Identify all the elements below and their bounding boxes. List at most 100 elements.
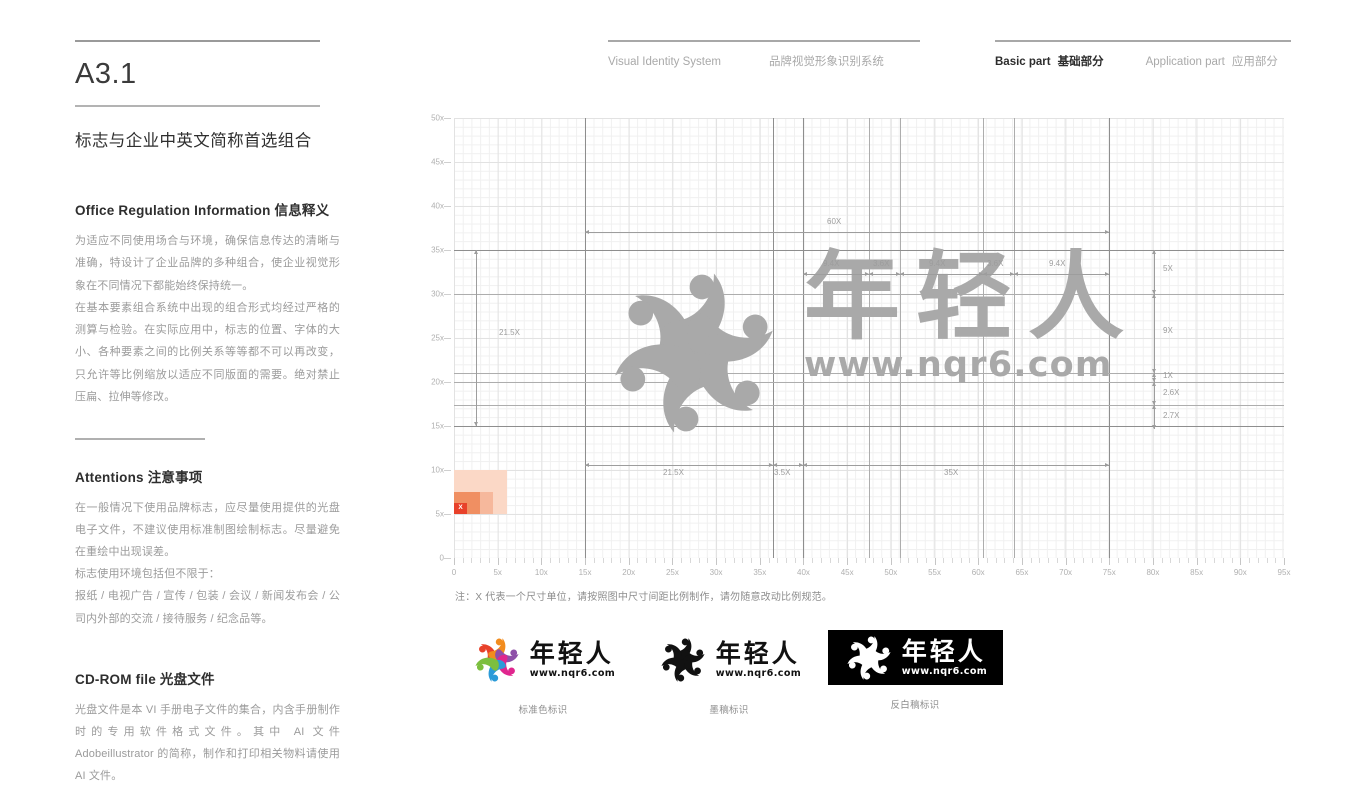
x-axis-tick bbox=[1284, 558, 1285, 565]
logo-variant-color: 年轻人 www.nqr6.com 标准色标识 bbox=[450, 630, 636, 716]
section-body: 为适应不同使用场合与环境，确保信息传达的清晰与准确，特设计了企业品牌的多种组合，… bbox=[75, 235, 340, 403]
x-axis-tick bbox=[1196, 558, 1198, 565]
dim-line-9-4x-a bbox=[803, 272, 869, 276]
x-axis-tick bbox=[523, 558, 525, 563]
y-axis-tick bbox=[444, 514, 451, 515]
x-axis-tick bbox=[646, 558, 648, 563]
x-axis-tick bbox=[1275, 558, 1277, 563]
dim-label-9-4x-a: 9.4X bbox=[823, 259, 840, 268]
logo-wordmark-watermark: 年轻人 www.nqr6.com bbox=[804, 249, 1140, 386]
x-axis-tick bbox=[1065, 558, 1067, 565]
header-item-basic-cn: 基础部分 bbox=[1057, 55, 1104, 68]
logo-variant-inverted: 年轻人 www.nqr6.com 反白稿标识 bbox=[822, 630, 1008, 716]
logo-variant-black: 年轻人 www.nqr6.com 墨稿标识 bbox=[636, 630, 822, 716]
x-axis-tick bbox=[777, 558, 779, 563]
x-axis-tick bbox=[1039, 558, 1041, 563]
dim-label-60x: 60X bbox=[827, 217, 842, 226]
y-axis-tick bbox=[444, 426, 451, 427]
dim-line-5x bbox=[1152, 250, 1156, 294]
y-axis-tick bbox=[444, 470, 451, 471]
section-cdrom: CD-ROM file 光盘文件 光盘文件是本 VI 手册电子文件的集合，内含手… bbox=[75, 668, 340, 788]
x-axis-tick bbox=[847, 558, 849, 565]
x-axis-tick-label: 25x bbox=[665, 568, 679, 577]
y-axis-tick-label: 50x bbox=[431, 113, 444, 123]
unit-swatch-label-box: X bbox=[454, 503, 467, 514]
dim-label-21-5x-bottom: 21.5X bbox=[663, 468, 684, 477]
x-axis-tick bbox=[1152, 558, 1154, 565]
x-axis-tick bbox=[1109, 558, 1111, 565]
chart-note: 注：X 代表一个尺寸单位，请按照图中尺寸间距比例制作，请勿随意改动比例规范。 bbox=[455, 592, 833, 603]
x-axis-tick bbox=[995, 558, 997, 563]
y-axis-tick-label: 10x bbox=[431, 465, 444, 475]
page-code: A3.1 bbox=[75, 58, 137, 90]
divider-top bbox=[75, 40, 320, 42]
y-axis: 0 5x 10x 15x 20x 25x 30x 35x 40x 45x 50x bbox=[418, 114, 451, 563]
x-axis-tick bbox=[532, 558, 534, 563]
left-panel: A3.1 标志与企业中英文简称首选组合 Office Regulation In… bbox=[75, 40, 340, 788]
x-axis-tick bbox=[480, 558, 482, 563]
header-item-vis-cn[interactable]: 品牌视觉形象识别系统 bbox=[769, 53, 884, 69]
logo-url-text: www.nqr6.com bbox=[715, 668, 802, 679]
header-item-basic-part[interactable]: Basic part 基础部分 bbox=[995, 53, 1104, 69]
x-axis-tick bbox=[1231, 558, 1233, 563]
x-axis-tick bbox=[1144, 558, 1146, 563]
header-group-right: Basic part 基础部分 Application part 应用部分 bbox=[995, 40, 1291, 69]
x-axis-tick-label: 55x bbox=[928, 568, 941, 577]
x-axis-tick bbox=[602, 558, 604, 563]
y-axis-tick-label: 40x bbox=[431, 201, 444, 211]
x-axis-tick bbox=[1179, 558, 1181, 563]
x-axis-tick bbox=[576, 558, 578, 563]
dim-line-3-5x bbox=[773, 463, 803, 467]
x-axis-tick bbox=[471, 558, 473, 563]
logo-variant-box: 年轻人 www.nqr6.com bbox=[647, 630, 811, 690]
header-rule bbox=[608, 40, 920, 42]
logo-url-text: www.nqr6.com bbox=[804, 345, 1113, 386]
x-axis-tick bbox=[620, 558, 621, 563]
y-axis-tick-label: 30x bbox=[431, 289, 444, 299]
x-axis-tick bbox=[768, 558, 770, 563]
dim-label-3-6x-b: 3.6X bbox=[987, 259, 1004, 268]
x-axis-tick bbox=[882, 558, 884, 563]
x-axis: 0 5x 10x 15x 20x 25x 30x 35x 40x 45x 50x 55x 60x 65x 7… bbox=[452, 558, 1290, 588]
x-axis-tick bbox=[567, 558, 569, 563]
dim-label-9x: 9X bbox=[1163, 326, 1173, 335]
pinwheel-logo-icon bbox=[657, 634, 709, 686]
x-axis-tick bbox=[497, 558, 499, 565]
x-axis-tick bbox=[820, 558, 822, 563]
x-axis-tick bbox=[1266, 558, 1268, 563]
dim-line-9x bbox=[1152, 294, 1156, 373]
x-axis-tick bbox=[689, 558, 691, 563]
x-axis-tick bbox=[742, 558, 744, 563]
x-axis-tick-label: 80x bbox=[1146, 568, 1160, 577]
x-axis-tick bbox=[908, 558, 910, 563]
dim-label-9-4x-c: 9.4X bbox=[1049, 259, 1066, 268]
x-axis-tick-label: 85x bbox=[1190, 568, 1204, 577]
x-axis-tick bbox=[462, 558, 464, 563]
logo-url-text: www.nqr6.com bbox=[901, 665, 988, 677]
x-axis-tick bbox=[873, 558, 875, 563]
x-axis-tick bbox=[1100, 558, 1102, 563]
divider-section bbox=[75, 438, 205, 440]
x-axis-tick-label: 90x bbox=[1233, 568, 1247, 577]
x-axis-tick bbox=[960, 558, 962, 563]
x-axis-tick-label: 65x bbox=[1015, 568, 1029, 577]
x-axis-tick bbox=[812, 558, 814, 563]
logo-variant-caption: 标准色标识 bbox=[518, 705, 568, 716]
x-axis-tick bbox=[1021, 558, 1023, 565]
x-axis-tick bbox=[707, 558, 709, 563]
section-heading-en: CD-ROM file bbox=[75, 671, 156, 687]
dim-line-9-4x-c bbox=[1014, 272, 1109, 276]
x-axis-tick bbox=[952, 558, 953, 563]
section-heading: Attentions 注意事项 bbox=[75, 466, 340, 486]
x-axis-tick bbox=[515, 558, 517, 563]
dim-label-9-4x-b: 9.4X bbox=[929, 259, 946, 268]
y-axis-tick bbox=[444, 206, 451, 207]
y-axis-tick bbox=[444, 118, 451, 119]
header-item-application-part[interactable]: Application part 应用部分 bbox=[1146, 53, 1278, 69]
x-axis-tick-label: 50x bbox=[884, 568, 898, 577]
y-axis-tick-label: 25x bbox=[431, 333, 444, 343]
header-item-vis[interactable]: Visual Identity System bbox=[608, 56, 721, 68]
guide-vline-15x bbox=[585, 118, 586, 558]
x-axis-tick bbox=[1126, 558, 1128, 563]
x-axis-tick bbox=[550, 558, 552, 563]
